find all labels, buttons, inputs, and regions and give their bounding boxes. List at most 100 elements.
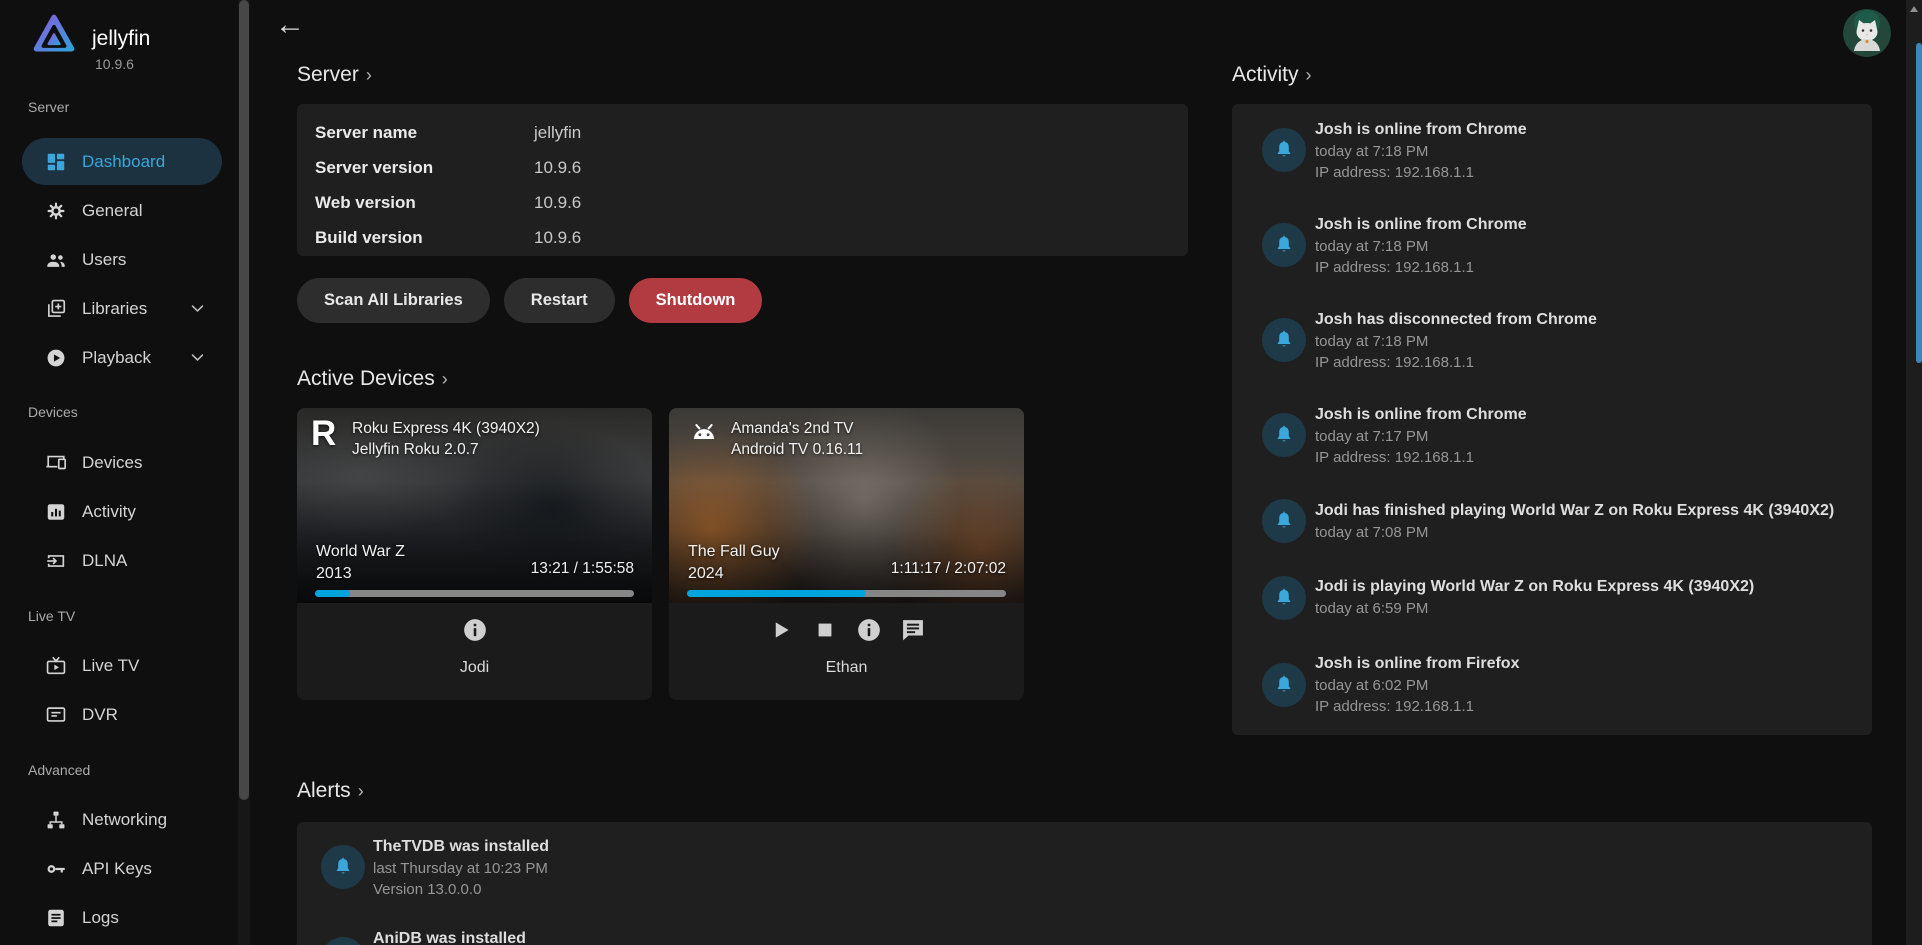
server-section-heading[interactable]: Server› — [297, 63, 372, 87]
heading-chevron-icon: › — [1306, 65, 1312, 85]
web-version-value: 10.9.6 — [534, 193, 581, 215]
server-info-row: Web version 10.9.6 — [315, 193, 581, 215]
scan-all-libraries-button[interactable]: Scan All Libraries — [297, 278, 490, 323]
jellyfin-logo-icon — [33, 14, 75, 55]
activity-card: Josh is online from Chrome today at 7:18… — [1232, 104, 1872, 735]
sidebar-item-label: Libraries — [82, 299, 147, 319]
roku-logo-icon: R — [311, 414, 336, 454]
user-avatar[interactable] — [1843, 9, 1891, 57]
page-scrollbar[interactable] — [1906, 0, 1922, 945]
sidebar-scrollbar[interactable] — [238, 0, 250, 945]
restart-button[interactable]: Restart — [504, 278, 615, 323]
app-title: jellyfin — [92, 27, 150, 51]
server-info-row: Server version 10.9.6 — [315, 158, 581, 180]
playback-progress — [687, 590, 1006, 597]
server-info-card: Server name jellyfin Server version 10.9… — [297, 104, 1188, 256]
heading-chevron-icon: › — [358, 781, 364, 801]
device-name: Roku Express 4K (3940X2) — [352, 418, 540, 439]
heading-chevron-icon: › — [442, 369, 448, 389]
info-button[interactable] — [461, 616, 489, 644]
sidebar-item-playback[interactable]: Playback — [22, 334, 222, 381]
client-version: Android TV 0.16.11 — [731, 439, 863, 460]
library-add-icon — [45, 298, 67, 320]
message-button[interactable] — [899, 616, 927, 644]
device-card-roku[interactable]: R Roku Express 4K (3940X2) Jellyfin Roku… — [297, 408, 652, 700]
scroll-up-arrow-icon[interactable] — [1910, 6, 1918, 12]
sidebar-item-dashboard[interactable]: Dashboard — [22, 138, 222, 185]
shutdown-button[interactable]: Shutdown — [629, 278, 763, 323]
device-name: Amanda's 2nd TV — [731, 418, 863, 439]
sidebar-item-libraries[interactable]: Libraries — [22, 285, 222, 332]
devices-icon — [45, 452, 67, 474]
dlna-input-icon — [45, 550, 67, 572]
bell-icon — [1262, 576, 1306, 620]
sidebar-item-label: Activity — [82, 502, 136, 522]
heading-chevron-icon: › — [366, 65, 372, 85]
sidebar-item-logs[interactable]: Logs — [22, 894, 222, 941]
sidebar-scrollbar-thumb[interactable] — [239, 0, 249, 800]
sidebar-item-label: DLNA — [82, 551, 127, 571]
page-scrollbar-thumb[interactable] — [1916, 43, 1922, 363]
sidebar-item-label: DVR — [82, 705, 118, 725]
sidebar-item-api-keys[interactable]: API Keys — [22, 845, 222, 892]
sidebar-section-devices: Devices — [28, 404, 78, 420]
now-playing-backdrop: R Roku Express 4K (3940X2) Jellyfin Roku… — [297, 408, 652, 603]
app-version: 10.9.6 — [95, 56, 134, 72]
active-devices-heading[interactable]: Active Devices› — [297, 367, 448, 391]
device-card-android-tv[interactable]: Amanda's 2nd TV Android TV 0.16.11 The F… — [669, 408, 1024, 700]
cat-avatar-image — [1843, 9, 1891, 57]
playback-progress-fill — [687, 590, 866, 597]
info-icon — [855, 616, 883, 644]
bell-icon — [1262, 318, 1306, 362]
playback-progress-fill — [315, 590, 350, 597]
gear-icon — [45, 200, 67, 222]
server-name-value: jellyfin — [534, 123, 581, 145]
bell-icon — [1262, 128, 1306, 172]
sidebar-item-label: Logs — [82, 908, 119, 928]
sidebar-item-users[interactable]: Users — [22, 236, 222, 283]
playback-time: 13:21 / 1:55:58 — [531, 560, 634, 578]
server-actions: Scan All Libraries Restart Shutdown — [297, 278, 762, 323]
sidebar-item-general[interactable]: General — [22, 187, 222, 234]
live-tv-icon — [45, 655, 67, 677]
sidebar-item-live-tv[interactable]: Live TV — [22, 642, 222, 689]
chevron-down-icon — [189, 349, 206, 366]
jellyfin-dashboard: jellyfin 10.9.6 Server Dashboard G — [0, 0, 1922, 945]
key-icon — [45, 858, 67, 880]
sidebar-item-label: Live TV — [82, 656, 139, 676]
sidebar-item-dlna[interactable]: DLNA — [22, 537, 222, 584]
stop-button[interactable] — [811, 616, 839, 644]
server-info-row: Build version 10.9.6 — [315, 228, 581, 250]
sidebar-section-server: Server — [28, 99, 69, 115]
sidebar-item-dvr[interactable]: DVR — [22, 691, 222, 738]
now-playing-year: 2024 — [688, 565, 724, 583]
app-logo — [33, 14, 75, 55]
alerts-heading[interactable]: Alerts› — [297, 779, 364, 803]
server-info-row: Server name jellyfin — [315, 123, 581, 145]
sidebar-item-devices[interactable]: Devices — [22, 439, 222, 486]
now-playing-backdrop: Amanda's 2nd TV Android TV 0.16.11 The F… — [669, 408, 1024, 603]
playback-progress — [315, 590, 634, 597]
chevron-down-icon — [189, 300, 206, 317]
bell-icon — [321, 845, 365, 889]
bell-icon — [1262, 663, 1306, 707]
client-version: Jellyfin Roku 2.0.7 — [352, 439, 540, 460]
info-button[interactable] — [855, 616, 883, 644]
sidebar-item-label: Users — [82, 250, 126, 270]
users-icon — [45, 249, 67, 271]
network-icon — [45, 809, 67, 831]
dashboard-icon — [45, 151, 67, 173]
activity-chart-icon — [45, 501, 67, 523]
dvr-icon — [45, 704, 67, 726]
play-circle-icon — [45, 347, 67, 369]
activity-heading[interactable]: Activity› — [1232, 63, 1312, 87]
sidebar-item-networking[interactable]: Networking — [22, 796, 222, 843]
device-card-footer: Ethan — [669, 603, 1024, 700]
play-button[interactable] — [767, 616, 795, 644]
sidebar-section-livetv: Live TV — [28, 608, 75, 624]
sidebar-item-label: Dashboard — [82, 152, 165, 172]
sidebar-item-label: Networking — [82, 810, 167, 830]
sidebar-item-activity[interactable]: Activity — [22, 488, 222, 535]
sidebar-item-label: Devices — [82, 453, 142, 473]
back-button[interactable]: ← — [275, 8, 305, 42]
